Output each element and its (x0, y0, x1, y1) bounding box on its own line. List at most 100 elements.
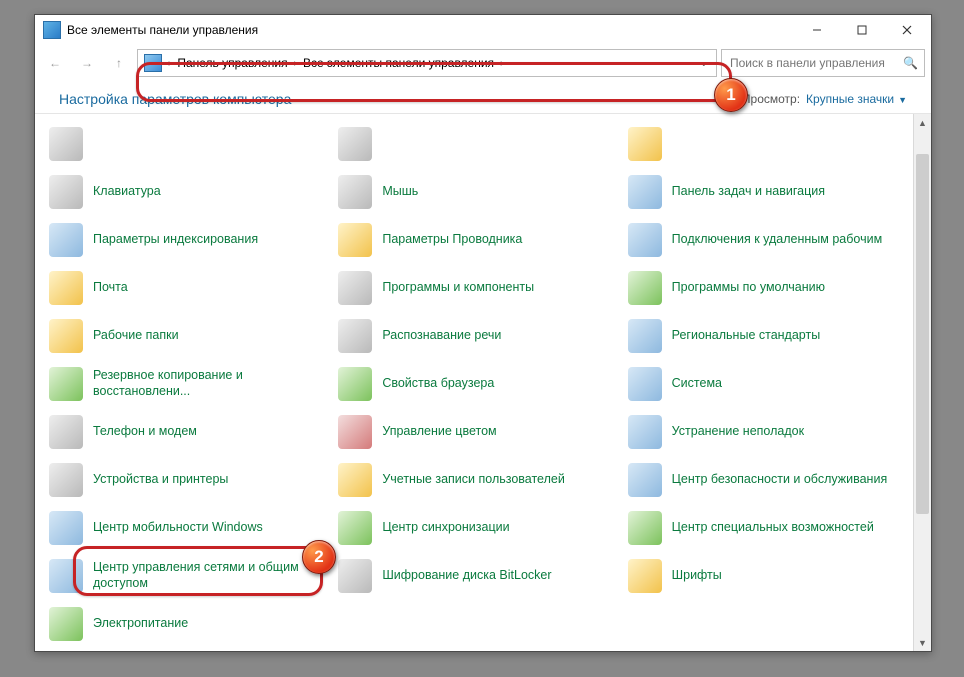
scroll-down-button[interactable]: ▼ (914, 634, 931, 651)
cp-item-label: Параметры Проводника (382, 232, 522, 248)
cp-item-label: Подключения к удаленным рабочим (672, 232, 883, 248)
cp-item-icon (628, 175, 662, 209)
cp-item-icon (338, 319, 372, 353)
scroll-thumb[interactable] (916, 154, 929, 514)
cp-item[interactable]: Параметры Проводника (332, 216, 617, 264)
cp-item[interactable]: Программы и компоненты (332, 264, 617, 312)
cp-item-icon (338, 463, 372, 497)
cp-item[interactable]: Центр синхронизации (332, 504, 617, 552)
cp-item[interactable]: Телефон и модем (43, 408, 328, 456)
address-dropdown-icon[interactable]: ⌄ (700, 58, 708, 69)
window-title: Все элементы панели управления (67, 23, 794, 37)
cp-item-label: Центр мобильности Windows (93, 520, 263, 536)
cp-item[interactable]: Центр специальных возможностей (622, 504, 907, 552)
breadcrumb-1[interactable]: Панель управления (177, 56, 287, 70)
items-grid: Клавиатура Мышь Панель задач и навигация Па… (43, 114, 907, 651)
cp-item-label: Свойства браузера (382, 376, 494, 392)
cp-item-icon (628, 271, 662, 305)
cp-item-icon (49, 415, 83, 449)
cp-item[interactable]: Устранение неполадок (622, 408, 907, 456)
cp-item-icon (338, 511, 372, 545)
cp-item-label: Параметры индексирования (93, 232, 258, 248)
cp-item-icon (49, 511, 83, 545)
nav-bar: ← → ↑ › Панель управления › Все элементы… (35, 45, 931, 81)
badge-1: 1 (714, 78, 748, 112)
cp-item[interactable]: Центр мобильности Windows (43, 504, 328, 552)
cp-item-label: Телефон и модем (93, 424, 197, 440)
app-icon (43, 21, 61, 39)
cp-item[interactable]: Электропитание (43, 600, 328, 648)
chevron-right-icon: › (294, 58, 297, 69)
cp-item[interactable] (43, 120, 328, 168)
cp-item[interactable]: Учетные записи пользователей (332, 456, 617, 504)
cp-item-label: Устройства и принтеры (93, 472, 228, 488)
cp-item-label: Центр синхронизации (382, 520, 509, 536)
cp-item-label: Учетные записи пользователей (382, 472, 565, 488)
cp-item-label: Региональные стандарты (672, 328, 821, 344)
scrollbar[interactable]: ▲ ▼ (913, 114, 931, 651)
cp-item[interactable]: Параметры индексирования (43, 216, 328, 264)
cp-item[interactable] (332, 120, 617, 168)
cp-item[interactable]: Клавиатура (43, 168, 328, 216)
cp-item-icon (49, 127, 83, 161)
search-box[interactable]: 🔍 (721, 49, 925, 77)
cp-item-label: Устранение неполадок (672, 424, 804, 440)
control-panel-icon (144, 54, 162, 72)
page-heading: Настройка параметров компьютера (59, 91, 291, 107)
cp-item-label: Управление цветом (382, 424, 496, 440)
cp-item[interactable]: Распознавание речи (332, 312, 617, 360)
search-input[interactable] (728, 55, 897, 71)
cp-item[interactable]: Шифрование диска BitLocker (332, 552, 617, 600)
breadcrumb-2[interactable]: Все элементы панели управления (303, 56, 494, 70)
forward-button[interactable]: → (73, 49, 101, 77)
cp-item[interactable]: Подключения к удаленным рабочим (622, 216, 907, 264)
up-button[interactable]: ↑ (105, 49, 133, 77)
cp-item-icon (628, 415, 662, 449)
cp-item[interactable]: Центр управления сетями и общим доступом (43, 552, 328, 600)
cp-item[interactable]: Система (622, 360, 907, 408)
cp-item[interactable]: Рабочие папки (43, 312, 328, 360)
cp-item-icon (49, 319, 83, 353)
content-area: Клавиатура Мышь Панель задач и навигация Па… (35, 113, 931, 651)
cp-item-label: Центр безопасности и обслуживания (672, 472, 888, 488)
cp-item[interactable]: Программы по умолчанию (622, 264, 907, 312)
cp-item-icon (628, 463, 662, 497)
cp-item-icon (49, 559, 83, 593)
minimize-button[interactable] (794, 16, 839, 44)
control-panel-window: Все элементы панели управления ← → ↑ › П… (34, 14, 932, 652)
cp-item[interactable]: Резервное копирование и восстановлени... (43, 360, 328, 408)
cp-item[interactable]: Мышь (332, 168, 617, 216)
maximize-button[interactable] (839, 16, 884, 44)
cp-item-icon (628, 319, 662, 353)
view-value[interactable]: Крупные значки▼ (806, 92, 907, 106)
cp-item-icon (338, 271, 372, 305)
cp-item[interactable]: Региональные стандарты (622, 312, 907, 360)
cp-item[interactable]: Центр безопасности и обслуживания (622, 456, 907, 504)
cp-item[interactable]: Шрифты (622, 552, 907, 600)
cp-item-icon (628, 127, 662, 161)
cp-item-label: Шрифты (672, 568, 722, 584)
cp-item-label: Шифрование диска BitLocker (382, 568, 551, 584)
cp-item-icon (338, 175, 372, 209)
cp-item-label: Распознавание речи (382, 328, 501, 344)
cp-item-icon (338, 367, 372, 401)
chevron-right-icon: › (500, 58, 503, 69)
cp-item[interactable]: Управление цветом (332, 408, 617, 456)
cp-item-label: Мышь (382, 184, 418, 200)
scroll-up-button[interactable]: ▲ (914, 114, 931, 131)
address-bar[interactable]: › Панель управления › Все элементы панел… (137, 49, 717, 77)
cp-item[interactable]: Панель задач и навигация (622, 168, 907, 216)
cp-item-label: Почта (93, 280, 128, 296)
cp-item-icon (338, 415, 372, 449)
cp-item-icon (49, 175, 83, 209)
close-button[interactable] (884, 16, 929, 44)
cp-item-label: Система (672, 376, 722, 392)
cp-item[interactable]: Свойства браузера (332, 360, 617, 408)
cp-item-label: Панель задач и навигация (672, 184, 825, 200)
cp-item[interactable]: Устройства и принтеры (43, 456, 328, 504)
chevron-right-icon: › (168, 58, 171, 69)
cp-item[interactable] (622, 120, 907, 168)
cp-item-icon (49, 271, 83, 305)
back-button[interactable]: ← (41, 49, 69, 77)
cp-item[interactable]: Почта (43, 264, 328, 312)
